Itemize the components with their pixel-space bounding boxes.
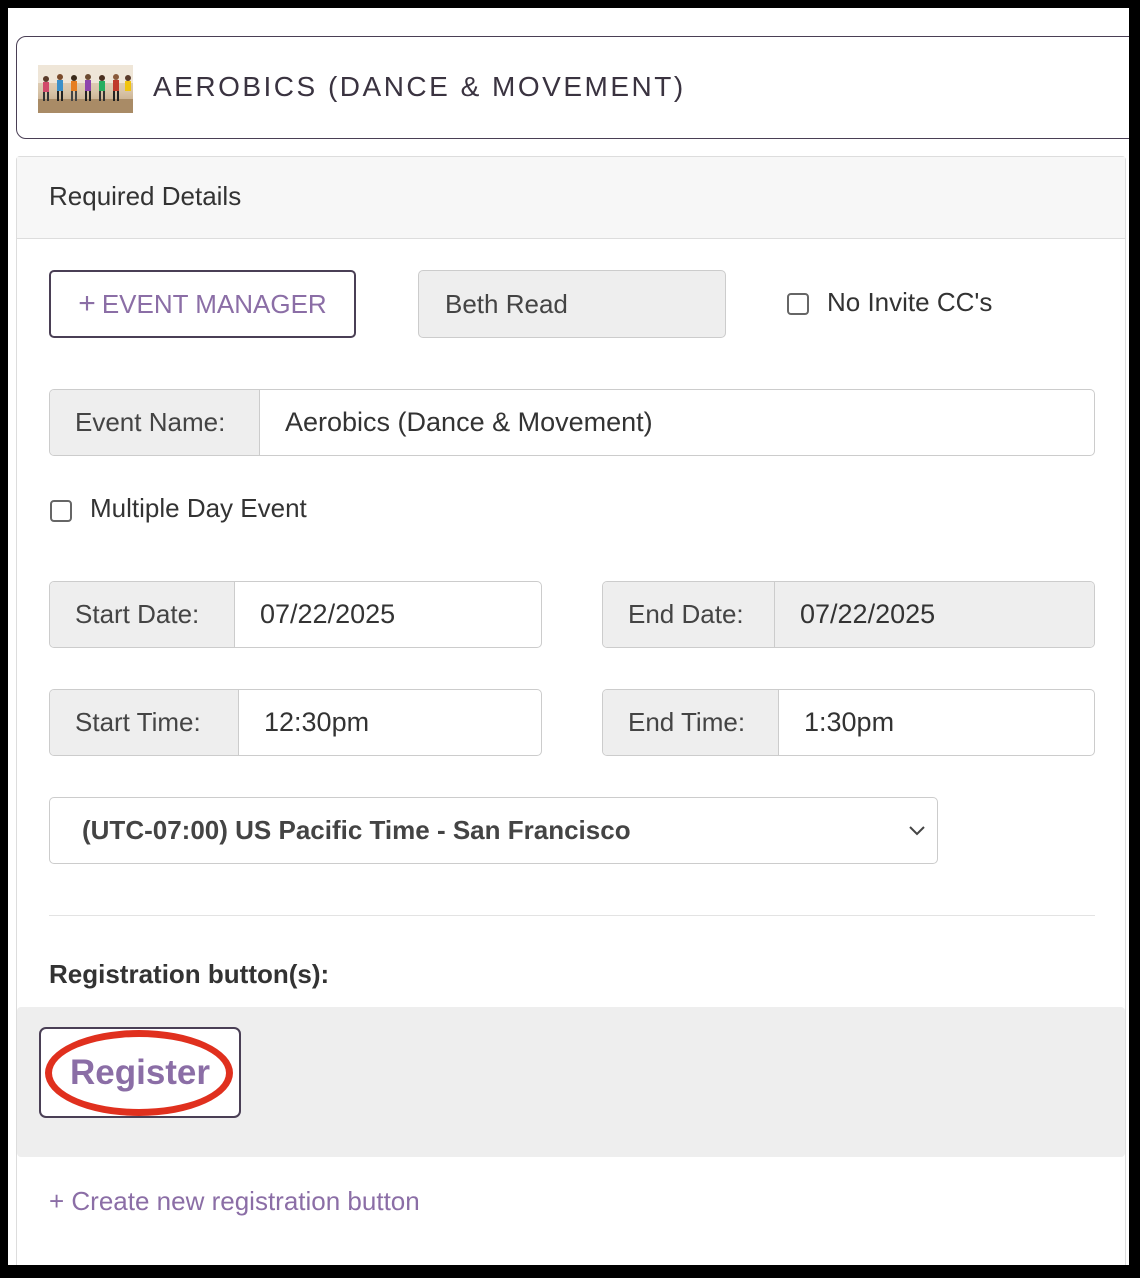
end-date-label-text: End Date:	[628, 599, 744, 629]
event-header[interactable]: AEROBICS (DANCE & MOVEMENT)	[16, 36, 1129, 139]
register-button-label: Register	[69, 1052, 211, 1092]
start-date-label-text: Start Date:	[75, 599, 200, 629]
start-time-field[interactable]: Start Time: 12:30pm	[49, 689, 542, 756]
add-event-manager-label: EVENT MANAGER	[101, 288, 327, 319]
card-header-title: Required Details	[49, 181, 242, 211]
card-header: Required Details	[17, 157, 1125, 239]
end-date-label: End Date:	[603, 582, 775, 647]
registration-section-label: Registration button(s):	[49, 959, 330, 989]
end-time-label: End Time:	[603, 690, 779, 755]
event-thumbnail	[38, 65, 133, 113]
start-time-input[interactable]: 12:30pm	[239, 690, 541, 755]
start-date-label: Start Date:	[50, 582, 235, 647]
end-time-label-text: End Time:	[628, 707, 746, 737]
event-manager-name-text: Beth Read	[445, 288, 568, 319]
multiple-day-label: Multiple Day Event	[90, 493, 307, 523]
event-manager-name: Beth Read	[418, 270, 726, 338]
required-details-card: Required Details + EVENT MANAGER Beth Re…	[16, 156, 1126, 1265]
create-registration-button-link[interactable]: + Create new registration button	[49, 1186, 420, 1217]
event-name-label-text: Event Name:	[75, 407, 226, 437]
add-event-manager-button[interactable]: + EVENT MANAGER	[49, 270, 356, 338]
timezone-select[interactable]: (UTC-07:00) US Pacific Time - San Franci…	[49, 797, 938, 864]
screen: AEROBICS (DANCE & MOVEMENT) Required Det…	[8, 8, 1129, 1265]
start-time-label-text: Start Time:	[75, 707, 201, 737]
start-date-field[interactable]: Start Date: 07/22/2025	[49, 581, 542, 648]
event-title: AEROBICS (DANCE & MOVEMENT)	[153, 71, 686, 102]
start-date-input[interactable]: 07/22/2025	[235, 582, 541, 647]
register-button[interactable]: Register	[39, 1027, 241, 1118]
plus-icon: +	[78, 287, 96, 320]
end-date-input: 07/22/2025	[775, 582, 1094, 647]
event-name-input[interactable]: Aerobics (Dance & Movement)	[260, 390, 1094, 455]
event-name-label: Event Name:	[50, 390, 260, 455]
start-time-label: Start Time:	[50, 690, 239, 755]
end-time-field[interactable]: End Time: 1:30pm	[602, 689, 1095, 756]
section-divider	[49, 915, 1095, 916]
end-time-input[interactable]: 1:30pm	[779, 690, 1094, 755]
registration-buttons-area: Register	[17, 1007, 1125, 1157]
end-date-field: End Date: 07/22/2025	[602, 581, 1095, 648]
no-invite-cc-label: No Invite CC's	[827, 287, 993, 317]
no-invite-cc-checkbox[interactable]	[787, 293, 809, 315]
event-name-field[interactable]: Event Name: Aerobics (Dance & Movement)	[49, 389, 1095, 456]
multiple-day-checkbox[interactable]	[50, 500, 72, 522]
timezone-selected-value: (UTC-07:00) US Pacific Time - San Franci…	[82, 815, 631, 845]
chevron-down-icon	[909, 826, 925, 836]
